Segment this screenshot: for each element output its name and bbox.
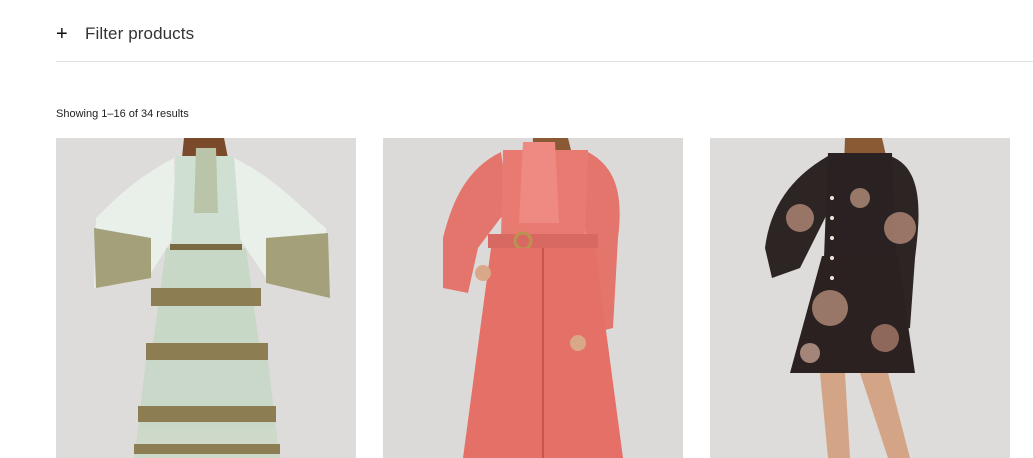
- product-grid: [56, 138, 1010, 458]
- plus-icon: +: [56, 23, 68, 45]
- results-count: Showing 1–16 of 34 results: [56, 108, 189, 120]
- product-image: [56, 138, 356, 458]
- filter-divider: [56, 61, 1033, 62]
- filter-products-label: Filter products: [85, 24, 195, 43]
- product-image: [710, 138, 1010, 458]
- filter-products-toggle[interactable]: + Filter products: [56, 22, 194, 46]
- product-card[interactable]: [383, 138, 683, 458]
- product-image: [383, 138, 683, 458]
- product-card[interactable]: [710, 138, 1010, 458]
- product-card[interactable]: [56, 138, 356, 458]
